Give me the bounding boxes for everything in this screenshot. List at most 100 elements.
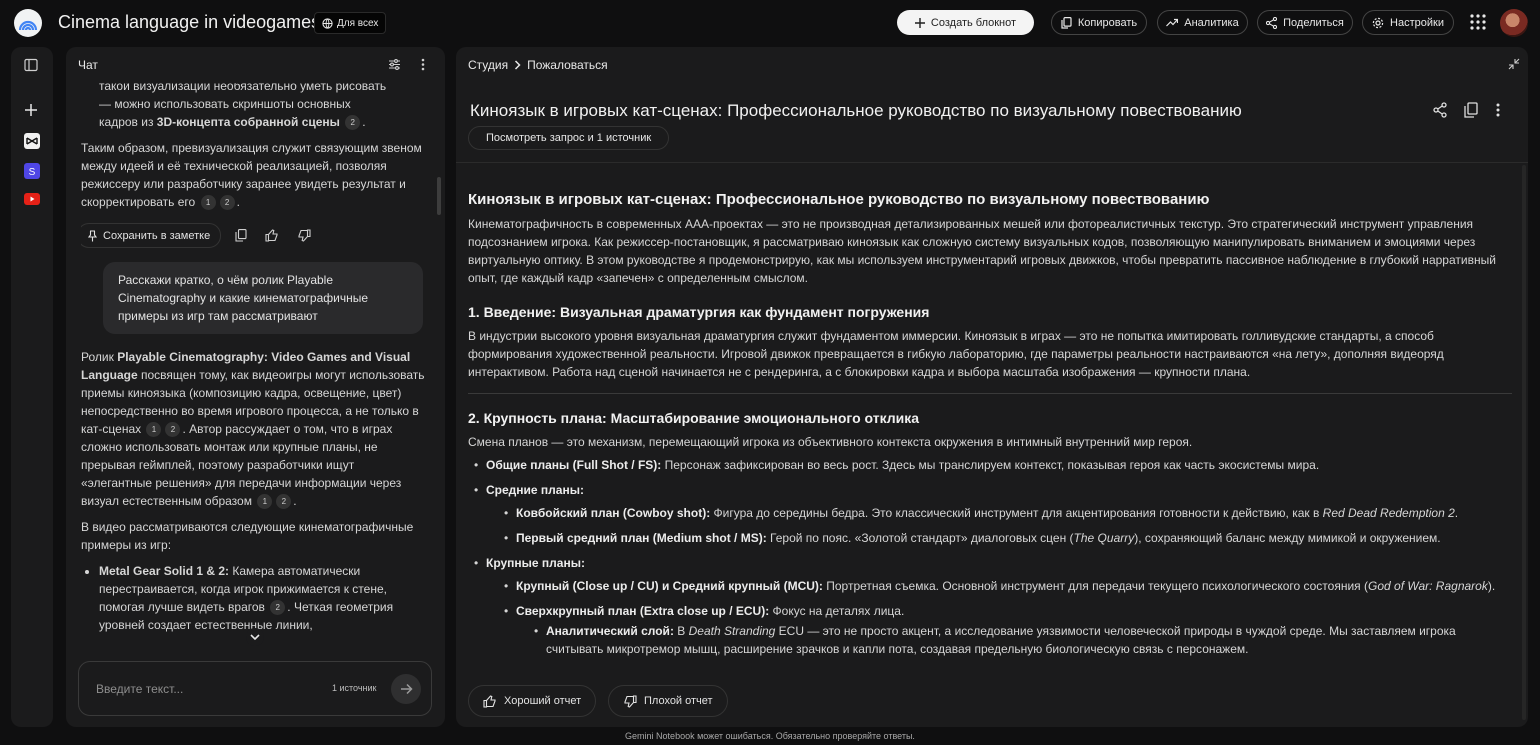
message-line: кадров из 3D-концепта собранной сцены 2.: [99, 115, 366, 131]
list-item-text: Портретная съемка. Основной инструмент д…: [822, 579, 1368, 593]
trending-up-icon: [1166, 18, 1179, 27]
good-report-label: Хороший отчет: [504, 695, 582, 707]
game-title: Red Dead Redemption 2: [1322, 506, 1455, 520]
bad-report-button[interactable]: Плохой отчет: [608, 685, 728, 717]
capcut-icon[interactable]: [24, 133, 40, 149]
citation-badge[interactable]: 1: [257, 494, 273, 510]
left-rail: S: [11, 47, 53, 727]
citation-badge[interactable]: 2: [276, 494, 292, 510]
plus-icon: [914, 17, 925, 28]
gear-icon: [1372, 17, 1384, 29]
copy-icon: [1061, 16, 1072, 29]
add-icon[interactable]: [24, 103, 40, 119]
section-text: Смена планов — это механизм, перемещающи…: [468, 435, 1193, 449]
analytics-button[interactable]: Аналитика: [1157, 10, 1248, 35]
s-icon[interactable]: S: [24, 163, 40, 179]
message-text: Ролик: [81, 350, 118, 364]
chat-header: Чат: [66, 47, 445, 83]
divider: [468, 393, 1512, 394]
list-item: Крупные планы: Крупный (Close up / CU) и…: [468, 554, 1512, 658]
public-badge[interactable]: Для всех: [314, 12, 387, 34]
chat-title: Чат: [78, 58, 98, 72]
list-item-text: В: [673, 624, 689, 638]
sidebar-toggle-icon[interactable]: [24, 58, 40, 74]
disclaimer: Gemini Notebook может ошибаться. Обязате…: [625, 731, 915, 741]
youtube-icon[interactable]: [24, 193, 40, 209]
report-scrollbar[interactable]: [1522, 165, 1526, 720]
source-count: 1 источник: [332, 683, 377, 693]
citation-badge[interactable]: 1: [200, 195, 216, 211]
breadcrumb-studio[interactable]: Студия: [468, 58, 508, 72]
public-badge-label: Для всех: [337, 17, 379, 29]
game-title: The Quarry: [1073, 531, 1135, 545]
list-item: Крупный (Close up / CU) и Средний крупны…: [498, 577, 1512, 595]
breadcrumb-current: Пожаловаться: [527, 58, 608, 72]
chat-input-placeholder[interactable]: Введите текст...: [96, 682, 183, 696]
share-icon: [1266, 16, 1278, 29]
list-item-title: Крупный (Close up / CU) и Средний крупны…: [516, 579, 823, 593]
list-item-title: Крупные планы:: [486, 556, 585, 570]
more-vert-icon[interactable]: [1496, 102, 1512, 120]
list-item-title: Metal Gear Solid 1 & 2:: [99, 564, 230, 578]
report-intro: Кинематографичность в современных AAA-пр…: [468, 217, 1496, 285]
citation-badge[interactable]: 1: [146, 422, 162, 438]
scroll-down-icon[interactable]: [246, 628, 264, 646]
sub-list: Ковбойский план (Cowboy shot): Фигура до…: [486, 504, 1512, 547]
examples-list: Metal Gear Solid 1 & 2: Камера автоматич…: [81, 562, 426, 634]
list-item-title: Ковбойский план (Cowboy shot):: [516, 506, 711, 520]
notebook-title[interactable]: Cinema language in videogames: [58, 12, 320, 33]
user-message: Расскажи кратко, о чём ролик Playable Ci…: [103, 262, 423, 334]
settings-button[interactable]: Настройки: [1362, 10, 1454, 35]
sub-list: Крупный (Close up / CU) и Средний крупны…: [486, 577, 1512, 658]
share-button[interactable]: Поделиться: [1257, 10, 1353, 35]
apps-grid-icon[interactable]: [1470, 14, 1486, 30]
view-query-button[interactable]: Посмотреть запрос и 1 источник: [468, 126, 670, 150]
list-item-text: ).: [1487, 579, 1496, 593]
citation-badge[interactable]: 2: [270, 600, 286, 616]
list-item-text: Фокус на деталях лица.: [769, 604, 905, 618]
collapse-icon[interactable]: [1508, 58, 1520, 70]
notebook-logo-icon[interactable]: [14, 9, 42, 37]
create-notebook-label: Создать блокнот: [930, 16, 1017, 29]
list-item-title: Средние планы:: [486, 483, 584, 497]
list-item-title: Аналитический слой:: [546, 624, 674, 638]
avatar[interactable]: [1500, 9, 1528, 37]
breadcrumb: Студия Пожаловаться: [468, 58, 608, 72]
citation-badge[interactable]: 2: [219, 195, 235, 211]
thumbs-up-icon[interactable]: [265, 229, 279, 242]
save-to-note-label: Сохранить в заметке: [103, 229, 211, 242]
chevron-right-icon: [514, 60, 521, 70]
settings-label: Настройки: [1390, 16, 1444, 29]
assistant-paragraph: В видео рассматриваются следующие кинема…: [81, 520, 414, 552]
section-text: В индустрии высокого уровня визуальная д…: [468, 329, 1444, 379]
more-vert-icon[interactable]: [421, 58, 425, 71]
sub-list: Аналитический слой: В Death Stranding EC…: [516, 622, 1512, 658]
save-to-note-button[interactable]: Сохранить в заметке: [81, 223, 222, 248]
list-item-text: Герой по пояс. «Золотой стандарт» диалог…: [766, 531, 1074, 545]
studio-panel: Студия Пожаловаться Киноязык в игровых к…: [456, 47, 1528, 727]
chat-input-box[interactable]: Введите текст... 1 источник: [78, 661, 432, 716]
copy-icon[interactable]: [235, 229, 247, 242]
assistant-paragraph: Таким образом, превизуализация служит св…: [81, 141, 422, 211]
list-item: Ковбойский план (Cowboy shot): Фигура до…: [498, 504, 1512, 522]
list-item-title: Первый средний план (Medium shot / MS):: [516, 531, 767, 545]
send-button[interactable]: [391, 674, 421, 704]
tune-icon[interactable]: [388, 58, 401, 71]
copy-icon[interactable]: [1464, 102, 1480, 120]
chat-scrollbar[interactable]: [437, 177, 441, 215]
citation-badge[interactable]: 2: [165, 422, 181, 438]
copy-button[interactable]: Копировать: [1051, 10, 1147, 35]
report-title: Киноязык в игровых кат-сценах: Профессио…: [470, 101, 1242, 120]
list-item: Аналитический слой: В Death Stranding EC…: [528, 622, 1512, 658]
citation-badge[interactable]: 2: [345, 115, 361, 131]
thumbs-up-icon: [483, 694, 497, 708]
share-icon[interactable]: [1433, 102, 1449, 120]
message-line: — можно использовать скриншоты основных: [99, 97, 351, 111]
list-item-text: Фигура до середины бедра. Это классическ…: [710, 506, 1323, 520]
pin-icon: [88, 229, 97, 242]
thumbs-down-icon[interactable]: [297, 229, 311, 242]
list-item: Общие планы (Full Shot / FS): Персонаж з…: [468, 456, 1512, 474]
analytics-label: Аналитика: [1184, 16, 1239, 29]
create-notebook-button[interactable]: Создать блокнот: [897, 10, 1034, 35]
good-report-button[interactable]: Хороший отчет: [468, 685, 597, 717]
